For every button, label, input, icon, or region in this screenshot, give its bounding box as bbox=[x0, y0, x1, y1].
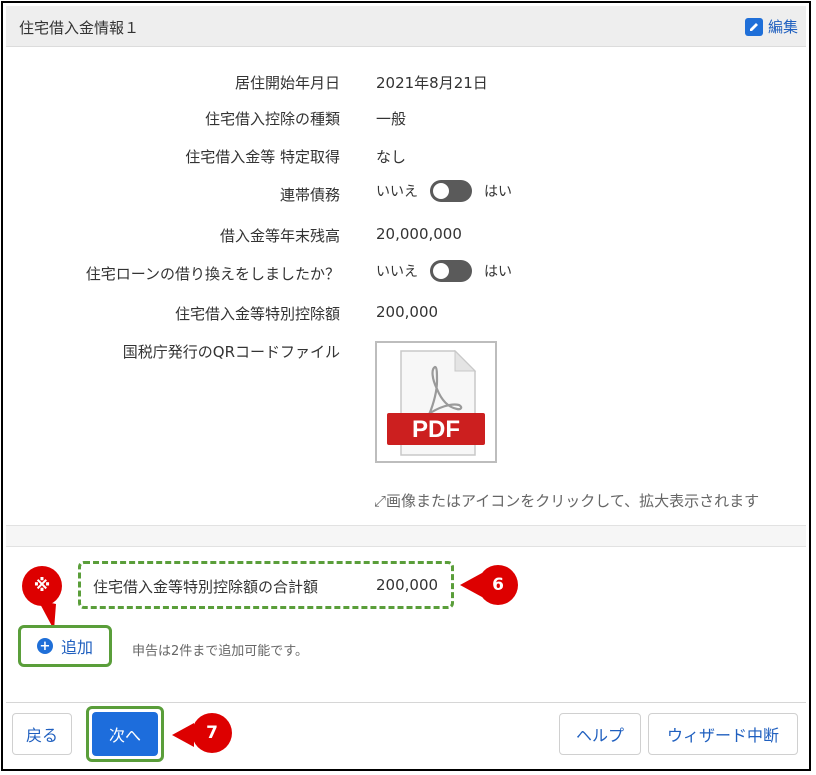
expand-hint-text: 画像またはアイコンをクリックして、拡大表示されます bbox=[386, 492, 760, 510]
plus-circle-icon: + bbox=[36, 638, 53, 654]
field-label-special-deduction: 住宅借入金等特別控除額 bbox=[174, 305, 340, 323]
add-label: 追加 bbox=[60, 638, 93, 657]
field-label-year-end-balance: 借入金等年末残高 bbox=[219, 227, 340, 245]
joint-debt-toggle[interactable] bbox=[430, 180, 472, 202]
step6-text: 6 bbox=[492, 575, 504, 595]
pdf-label: PDF bbox=[412, 416, 460, 443]
help-button[interactable]: ヘルプ bbox=[559, 713, 641, 755]
field-value-year-end-balance: 20,000,000 bbox=[376, 225, 462, 243]
back-button[interactable]: 戻る bbox=[12, 713, 72, 755]
next-label: 次へ bbox=[108, 726, 141, 745]
pdf-thumbnail[interactable]: PDF bbox=[375, 341, 497, 463]
next-button[interactable]: 次へ bbox=[92, 712, 158, 756]
field-label-deduction-type: 住宅借入控除の種類 bbox=[204, 110, 340, 128]
field-value-deduction-type: 一般 bbox=[376, 110, 407, 128]
section-header: 住宅借入金情報１ 編集 bbox=[6, 6, 806, 47]
joint-debt-toggle-group: いいえ はい bbox=[376, 180, 512, 202]
refinance-toggle-group: いいえ はい bbox=[376, 260, 512, 282]
note-mark-text: ※ bbox=[33, 576, 51, 596]
field-value-move-in-date: 2021年8月21日 bbox=[376, 74, 488, 92]
total-value: 200,000 bbox=[376, 576, 439, 594]
section-gap bbox=[6, 526, 806, 546]
section-divider-bottom bbox=[6, 546, 806, 547]
help-label: ヘルプ bbox=[575, 726, 624, 745]
footer-divider bbox=[6, 702, 806, 703]
step7-badge: 7 bbox=[192, 713, 232, 753]
add-note: 申告は2件まで追加可能です。 bbox=[132, 644, 308, 659]
edit-label: 編集 bbox=[767, 18, 798, 36]
joint-debt-yes-label: はい bbox=[484, 184, 512, 200]
field-label-move-in-date: 居住開始年月日 bbox=[234, 74, 340, 92]
step7-text: 7 bbox=[206, 723, 218, 743]
step7-pointer bbox=[172, 723, 194, 747]
field-label-qr-file: 国税庁発行のQRコードファイル bbox=[122, 343, 340, 361]
add-button[interactable]: + 追加 bbox=[18, 625, 112, 667]
field-label-specific-acquisition: 住宅借入金等 特定取得 bbox=[185, 148, 340, 166]
joint-debt-no-label: いいえ bbox=[376, 184, 418, 200]
abort-wizard-button[interactable]: ウィザード中断 bbox=[648, 713, 798, 755]
expand-icon: ⤢ bbox=[374, 492, 387, 510]
pencil-icon bbox=[744, 17, 763, 36]
pdf-file-icon: PDF bbox=[387, 349, 485, 456]
expand-hint: ⤢画像またはアイコンをクリックして、拡大表示されます bbox=[374, 490, 759, 511]
field-label-joint-debt: 連帯債務 bbox=[279, 186, 340, 204]
edit-button[interactable]: 編集 bbox=[744, 16, 798, 37]
refinance-toggle[interactable] bbox=[430, 260, 472, 282]
field-value-specific-acquisition: なし bbox=[376, 148, 407, 166]
abort-label: ウィザード中断 bbox=[666, 726, 779, 745]
field-value-special-deduction: 200,000 bbox=[376, 303, 439, 321]
refinance-yes-label: はい bbox=[484, 264, 512, 280]
refinance-no-label: いいえ bbox=[376, 264, 418, 280]
total-label: 住宅借入金等特別控除額の合計額 bbox=[93, 578, 319, 596]
step6-badge: 6 bbox=[478, 565, 518, 605]
field-label-refinance: 住宅ローンの借り換えをしましたか？ bbox=[85, 265, 340, 283]
section-title: 住宅借入金情報１ bbox=[19, 19, 140, 37]
back-label: 戻る bbox=[25, 726, 58, 745]
